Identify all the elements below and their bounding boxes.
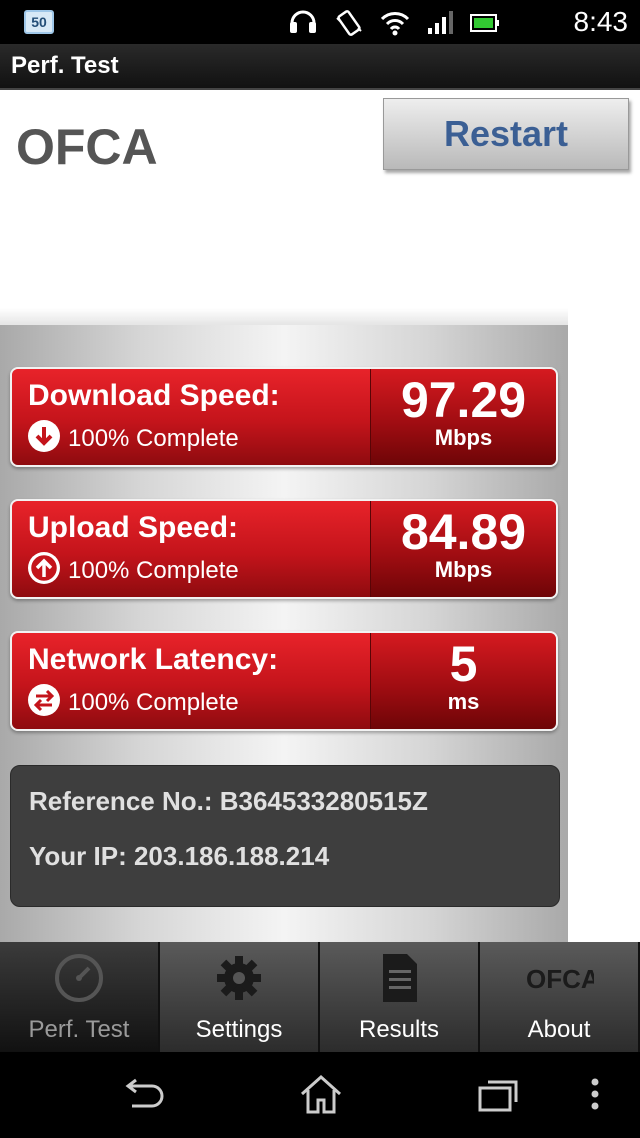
upload-status: 100% Complete [68, 557, 239, 584]
arrow-up-circle-icon [28, 552, 60, 584]
tab-about-label: About [527, 1016, 591, 1043]
download-speed-label: Download Speed: [28, 379, 280, 412]
info-box: Reference No.: B364533280515Z Your IP: 2… [10, 765, 560, 907]
battery-icon [470, 14, 499, 32]
notification-badge: 50 [24, 10, 54, 34]
clock: 8:43 [573, 6, 629, 37]
status-bar: 50 8:43 [0, 0, 640, 44]
home-icon[interactable] [296, 1072, 346, 1118]
app-title: Perf. Test [11, 52, 119, 79]
upload-speed-value: 84.89 [400, 504, 527, 560]
network-latency-value: 5 [449, 636, 478, 692]
tab-results[interactable]: Results [320, 942, 480, 1052]
download-speed-value: 97.29 [400, 372, 527, 428]
recent-apps-icon[interactable] [474, 1072, 524, 1118]
upload-speed-label: Upload Speed: [28, 511, 239, 544]
tab-settings[interactable]: Settings [160, 942, 320, 1052]
tab-bar: Perf. Test Settings Results OFCA About [0, 942, 640, 1052]
ofca-logo: OFCA [16, 119, 158, 172]
tab-settings-label: Settings [195, 1016, 283, 1043]
upload-speed-unit: Mbps [434, 557, 493, 582]
download-speed-card: Download Speed: 100% Complete 97.29 Mbps [10, 367, 558, 467]
latency-status: 100% Complete [68, 689, 239, 716]
document-icon [383, 954, 417, 1002]
status-icons [288, 8, 500, 38]
download-speed-unit: Mbps [434, 425, 493, 450]
gear-icon [217, 956, 261, 1000]
network-latency-card: Network Latency: 100% Complete 5 ms [10, 631, 558, 731]
vibrate-icon [336, 10, 362, 36]
swap-arrows-circle-icon [28, 684, 60, 716]
arrow-down-circle-icon [28, 420, 60, 452]
ip-address: Your IP: 203.186.188.214 [29, 841, 330, 871]
reference-number: Reference No.: B364533280515Z [29, 786, 428, 816]
main-content: OFCA Restart Download Speed: 100% Comple… [0, 90, 640, 942]
tab-results-label: Results [358, 1016, 440, 1043]
tab-about[interactable]: OFCA About [480, 942, 640, 1052]
ofca-logo-icon: OFCA [526, 964, 594, 994]
network-latency-unit: ms [447, 689, 480, 714]
network-latency-label: Network Latency: [28, 643, 279, 676]
overflow-menu-icon[interactable] [580, 1072, 610, 1118]
action-bar: Perf. Test [0, 44, 640, 90]
download-status: 100% Complete [68, 425, 239, 452]
system-nav-bar [0, 1052, 640, 1138]
headset-icon [290, 10, 316, 33]
svg-text:OFCA: OFCA [16, 119, 158, 172]
tab-perf-test-label: Perf. Test [28, 1016, 130, 1043]
svg-text:OFCA: OFCA [526, 964, 594, 994]
back-icon[interactable] [118, 1072, 168, 1118]
tab-perf-test[interactable]: Perf. Test [0, 942, 160, 1052]
results-panel: Download Speed: 100% Complete 97.29 Mbps… [0, 325, 568, 942]
wifi-icon [380, 12, 410, 36]
speedometer-icon [55, 954, 103, 1002]
restart-button[interactable]: Restart [383, 98, 629, 170]
signal-icon [428, 11, 453, 34]
upload-speed-card: Upload Speed: 100% Complete 84.89 Mbps [10, 499, 558, 599]
